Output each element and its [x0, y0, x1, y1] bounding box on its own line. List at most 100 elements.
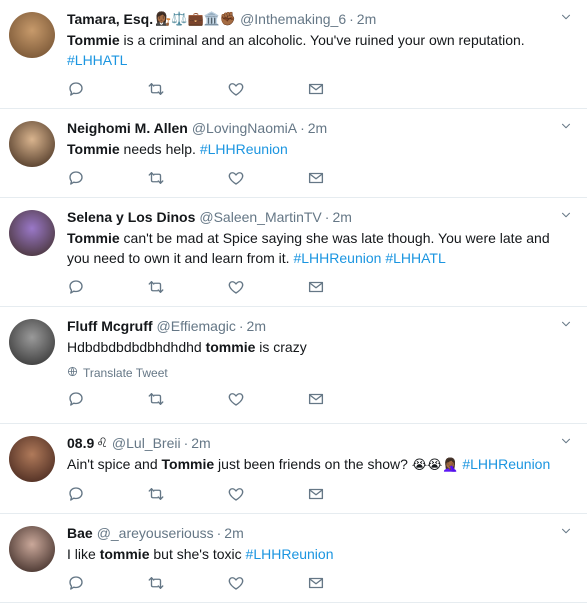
retweet-button[interactable] [147, 169, 227, 190]
like-button[interactable] [227, 80, 307, 101]
retweet-button[interactable] [147, 485, 227, 506]
reply-button[interactable] [67, 485, 147, 506]
tweet[interactable]: Tamara, Esq. 👩🏾‍⚖️⚖️💼🏛️✊🏾 @Inthemaking_6 · 2… [0, 0, 587, 109]
reply-icon [67, 485, 85, 506]
reply-icon [67, 169, 85, 190]
timestamp[interactable]: 2m [191, 435, 210, 451]
user-handle[interactable]: @Saleen_MartinTV [199, 209, 321, 225]
translate-tweet-link[interactable]: Translate Tweet [67, 366, 575, 380]
tweet-text: Ain't spice and Tommie just been friends… [67, 454, 575, 475]
hashtag-link[interactable]: #LHHReunion [246, 546, 334, 562]
display-name[interactable]: Tamara, Esq. [67, 11, 153, 27]
display-name[interactable]: Selena y Los Dinos [67, 209, 195, 225]
keyword-highlight: tommie [205, 339, 256, 355]
retweet-button[interactable] [147, 390, 227, 411]
hashtag-link[interactable]: #LHHReunion [293, 250, 381, 266]
direct-message-button[interactable] [307, 574, 387, 595]
avatar[interactable] [9, 12, 55, 58]
like-button[interactable] [227, 390, 307, 411]
envelope-icon [307, 574, 325, 595]
hashtag-link[interactable]: #LHHATL [385, 250, 445, 266]
direct-message-button[interactable] [307, 485, 387, 506]
like-button[interactable] [227, 278, 307, 299]
reply-button[interactable] [67, 574, 147, 595]
user-handle[interactable]: @Inthemaking_6 [240, 11, 346, 27]
timestamp[interactable]: 2m [308, 120, 327, 136]
tweet-actions [67, 566, 575, 602]
chevron-down-icon[interactable] [559, 524, 573, 538]
keyword-highlight: Tommie [67, 230, 120, 246]
timestamp[interactable]: 2m [224, 525, 243, 541]
heart-icon [227, 278, 245, 299]
avatar[interactable] [9, 526, 55, 572]
avatar[interactable] [9, 436, 55, 482]
hashtag-link[interactable]: #LHHATL [67, 52, 127, 68]
hashtag-link[interactable]: #LHHReunion [200, 141, 288, 157]
heart-icon [227, 169, 245, 190]
keyword-highlight: Tommie [67, 32, 120, 48]
text-segment: but she's toxic [149, 546, 246, 562]
name-emoji: ♌ [96, 435, 108, 450]
text-segment: needs help. [119, 141, 200, 157]
chevron-down-icon[interactable] [559, 434, 573, 448]
text-segment: is a criminal and an alcoholic. You've r… [119, 32, 525, 48]
heart-icon [227, 390, 245, 411]
heart-icon [227, 485, 245, 506]
tweet[interactable]: Fluff Mcgruff @Effiemagic · 2m Hdbdbdbdbdbhd… [0, 307, 587, 424]
tweet[interactable]: Bae @_areyouseriouss · 2m I like tommie but … [0, 514, 587, 603]
user-handle[interactable]: @_areyouseriouss [97, 525, 214, 541]
retweet-button[interactable] [147, 80, 227, 101]
envelope-icon [307, 169, 325, 190]
like-button[interactable] [227, 574, 307, 595]
avatar[interactable] [9, 121, 55, 167]
display-name[interactable]: Fluff Mcgruff [67, 318, 153, 334]
display-name[interactable]: Neighomi M. Allen [67, 120, 188, 136]
reply-icon [67, 278, 85, 299]
keyword-highlight: tommie [99, 546, 150, 562]
direct-message-button[interactable] [307, 80, 387, 101]
reply-icon [67, 574, 85, 595]
hashtag-link[interactable]: #LHHReunion [462, 456, 550, 472]
retweet-icon [147, 278, 165, 299]
name-emoji: 👩🏾‍⚖️⚖️💼🏛️✊🏾 [155, 11, 237, 26]
tweet-text: I like tommie but she's toxic #LHHReunio… [67, 544, 575, 564]
timestamp[interactable]: 2m [357, 11, 376, 27]
avatar[interactable] [9, 210, 55, 256]
envelope-icon [307, 485, 325, 506]
chevron-down-icon[interactable] [559, 119, 573, 133]
reply-button[interactable] [67, 80, 147, 101]
separator-dot: · [349, 11, 354, 27]
chevron-down-icon[interactable] [559, 208, 573, 222]
retweet-icon [147, 574, 165, 595]
display-name[interactable]: Bae [67, 525, 93, 541]
like-button[interactable] [227, 485, 307, 506]
direct-message-button[interactable] [307, 278, 387, 299]
tweet[interactable]: 08.9 ♌ @Lul_Breii · 2m Ain't spice and Tommie… [0, 424, 587, 514]
timestamp[interactable]: 2m [332, 209, 351, 225]
like-button[interactable] [227, 169, 307, 190]
chevron-down-icon[interactable] [559, 317, 573, 331]
tweet[interactable]: Selena y Los Dinos @Saleen_MartinTV · 2m Tom… [0, 198, 587, 307]
retweet-button[interactable] [147, 278, 227, 299]
reply-button[interactable] [67, 390, 147, 411]
direct-message-button[interactable] [307, 390, 387, 411]
user-handle[interactable]: @Lul_Breii [112, 435, 181, 451]
heart-icon [227, 574, 245, 595]
retweet-icon [147, 169, 165, 190]
user-handle[interactable]: @Effiemagic [157, 318, 236, 334]
display-name[interactable]: 08.9 [67, 435, 94, 451]
tweet[interactable]: Neighomi M. Allen @LovingNaomiA · 2m Tommie … [0, 109, 587, 198]
envelope-icon [307, 390, 325, 411]
reply-button[interactable] [67, 278, 147, 299]
reply-button[interactable] [67, 169, 147, 190]
user-handle[interactable]: @LovingNaomiA [192, 120, 297, 136]
retweet-button[interactable] [147, 574, 227, 595]
tweet-feed: Tamara, Esq. 👩🏾‍⚖️⚖️💼🏛️✊🏾 @Inthemaking_6 · 2… [0, 0, 587, 608]
globe-icon [67, 366, 83, 380]
chevron-down-icon[interactable] [559, 10, 573, 24]
avatar[interactable] [9, 319, 55, 365]
tweet-actions [67, 382, 575, 418]
timestamp[interactable]: 2m [247, 318, 266, 334]
direct-message-button[interactable] [307, 169, 387, 190]
text-segment: is crazy [255, 339, 307, 355]
